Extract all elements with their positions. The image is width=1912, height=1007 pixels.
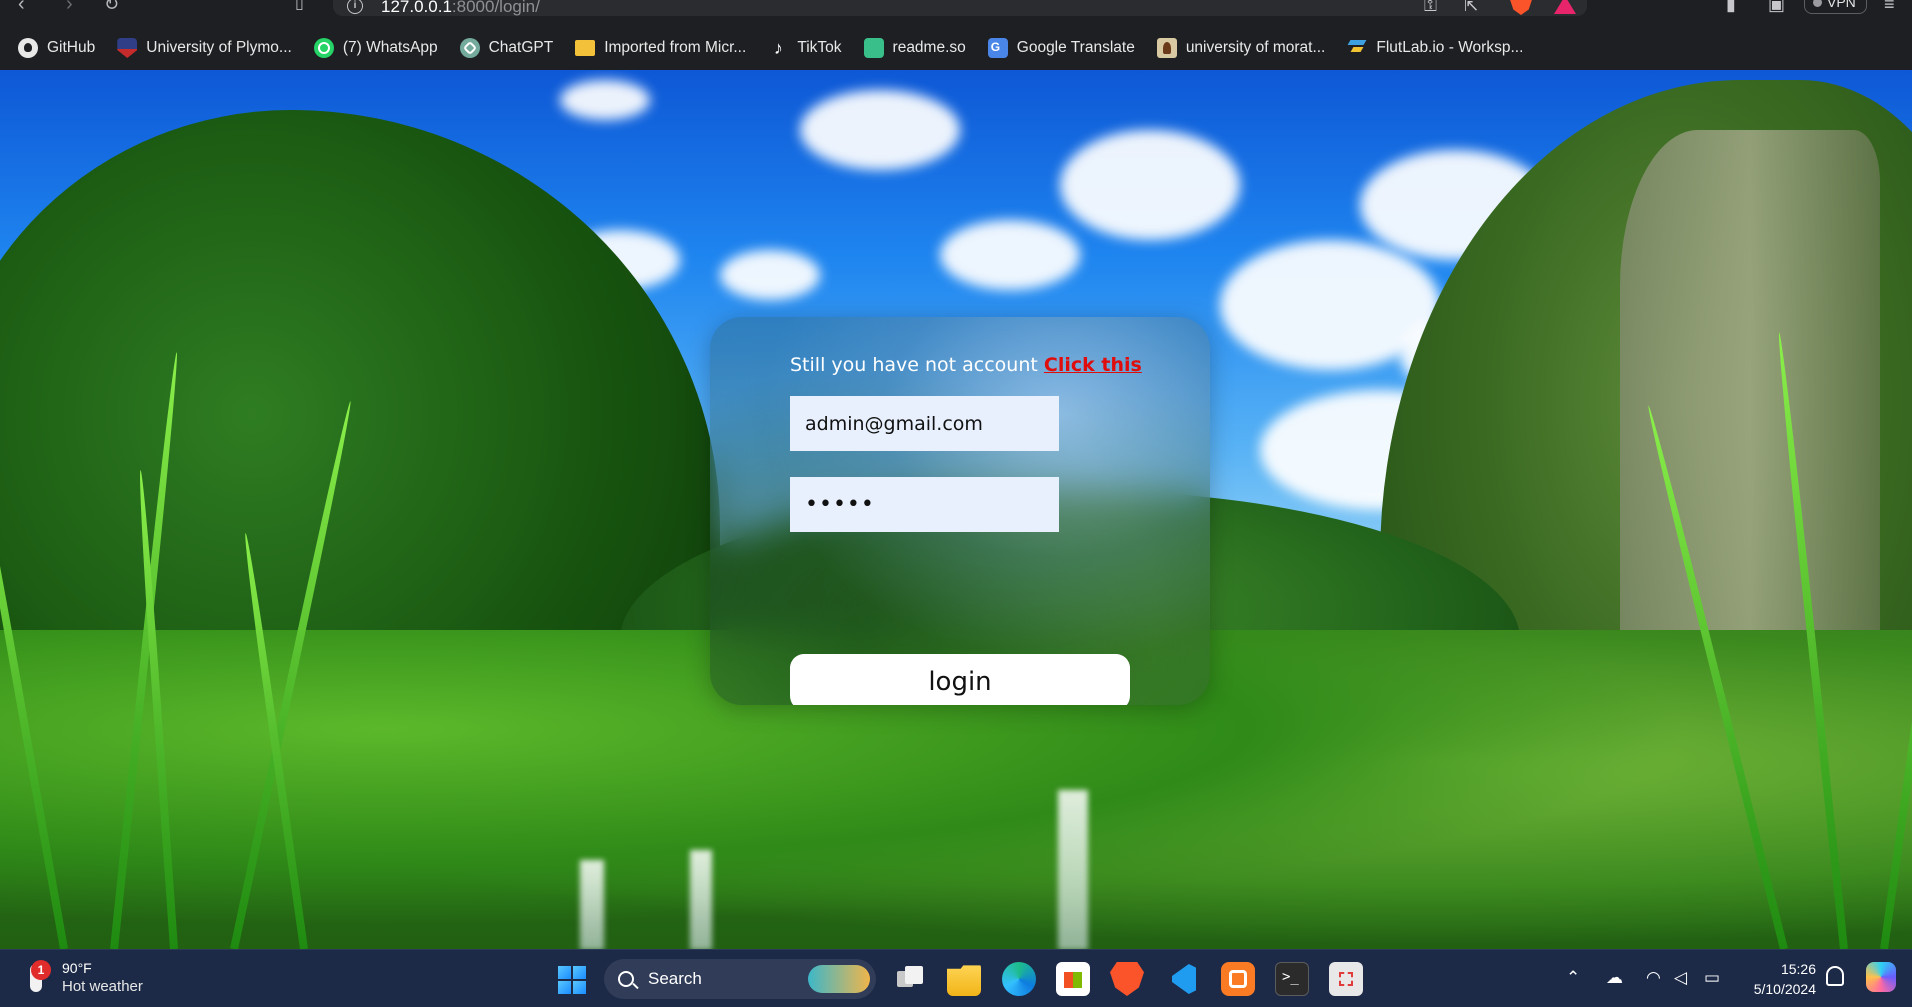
bookmark-chatgpt[interactable]: ChatGPT (459, 38, 553, 58)
bookmark-university-plymouth[interactable]: University of Plymo... (117, 38, 292, 58)
share-icon[interactable]: ⇱ (1464, 0, 1478, 16)
reload-icon[interactable]: ↻ (104, 0, 119, 14)
key-icon[interactable]: ⚿ (1424, 0, 1437, 16)
university-logo-icon (1156, 38, 1177, 58)
address-bar[interactable]: i 127.0.0.1:8000/login/ (333, 0, 1587, 16)
task-view-icon[interactable] (893, 962, 927, 996)
folder-icon (575, 40, 596, 56)
vpn-button[interactable]: VPN (1804, 0, 1867, 14)
clock-time: 15:26 (1780, 961, 1816, 977)
system-clock[interactable]: 15:26 5/10/2024 (1740, 959, 1816, 999)
back-icon[interactable]: ‹ (18, 0, 25, 14)
edge-browser-icon[interactable] (1002, 962, 1036, 996)
volume-icon[interactable]: ◁ (1674, 966, 1687, 990)
wallet-icon[interactable]: ▣ (1768, 0, 1785, 15)
whatsapp-icon (313, 38, 334, 58)
battery-icon[interactable]: ▭ (1704, 966, 1720, 990)
bookmarks-bar: GitHub University of Plymo... (7) WhatsA… (0, 26, 1912, 70)
university-crest-icon (117, 38, 138, 58)
page-viewport: Still you have not account Click this lo… (0, 70, 1912, 949)
snipping-tool-icon[interactable] (1329, 962, 1363, 996)
microsoft-store-icon[interactable] (1056, 962, 1090, 996)
bookmark-flutlab[interactable]: FlutLab.io - Worksp... (1347, 38, 1523, 58)
flutlab-icon (1347, 38, 1367, 58)
password-field[interactable] (790, 477, 1059, 532)
bookmark-icon[interactable]: ▯ (295, 0, 304, 14)
signup-link[interactable]: Click this (1044, 354, 1142, 376)
bookmark-whatsapp[interactable]: (7) WhatsApp (313, 38, 438, 58)
readme-icon (863, 38, 884, 58)
wifi-icon[interactable]: ◠ (1646, 966, 1661, 990)
login-card: Still you have not account Click this lo… (710, 317, 1210, 705)
vscode-icon[interactable] (1166, 962, 1200, 996)
xampp-icon[interactable] (1221, 962, 1255, 996)
terminal-icon[interactable] (1275, 962, 1309, 996)
bookmark-google-translate[interactable]: Google Translate (987, 38, 1135, 58)
weather-temperature: 90°F (62, 960, 92, 976)
google-translate-icon (987, 38, 1008, 58)
search-icon (618, 971, 634, 987)
github-icon (18, 38, 38, 58)
email-field[interactable] (790, 396, 1059, 451)
login-button[interactable]: login (790, 654, 1130, 705)
notification-bell-icon[interactable] (1826, 966, 1844, 986)
bookmark-github[interactable]: GitHub (18, 38, 95, 58)
file-explorer-icon[interactable] (947, 965, 981, 996)
taskbar-search[interactable]: Search (604, 959, 876, 999)
bookmark-tiktok[interactable]: ♪ TikTok (768, 38, 842, 58)
url-text[interactable]: 127.0.0.1:8000/login/ (381, 0, 540, 17)
background-cliff (1620, 130, 1880, 650)
brave-browser-icon[interactable] (1110, 962, 1144, 996)
forward-icon[interactable]: › (66, 0, 73, 14)
onedrive-icon[interactable]: ☁ (1606, 966, 1623, 990)
thermometer-icon: 1 (24, 960, 51, 996)
bookmark-university-moratuwa[interactable]: university of morat... (1156, 38, 1325, 58)
search-highlight-image (808, 965, 870, 993)
tiktok-icon: ♪ (773, 38, 783, 58)
taskbar: 1 90°F Hot weather Search ⌃ ☁ ◠ ◁ ▭ 15:2… (0, 949, 1912, 1007)
bookmark-readme[interactable]: readme.so (863, 38, 966, 58)
site-info-icon[interactable]: i (347, 0, 363, 14)
bookmark-folder-imported[interactable]: Imported from Micr... (575, 39, 746, 57)
chatgpt-icon (459, 38, 480, 58)
start-button[interactable] (558, 966, 586, 994)
browser-toolbar: ‹ › ↻ ▯ i 127.0.0.1:8000/login/ ⚿ ⇱ ▮ ▣ … (0, 0, 1912, 18)
chevron-up-icon[interactable]: ⌃ (1566, 966, 1580, 990)
weather-widget[interactable]: 1 90°F Hot weather (24, 959, 143, 997)
menu-icon[interactable]: ≡ (1884, 0, 1895, 15)
clock-date: 5/10/2024 (1753, 981, 1816, 997)
copilot-icon[interactable] (1866, 962, 1896, 992)
sidebar-icon[interactable]: ▮ (1726, 0, 1736, 15)
waterfall (1058, 790, 1088, 949)
signup-prompt: Still you have not account Click this (790, 354, 1142, 376)
brave-rewards-icon[interactable] (1554, 0, 1576, 14)
weather-description: Hot weather (62, 978, 143, 995)
